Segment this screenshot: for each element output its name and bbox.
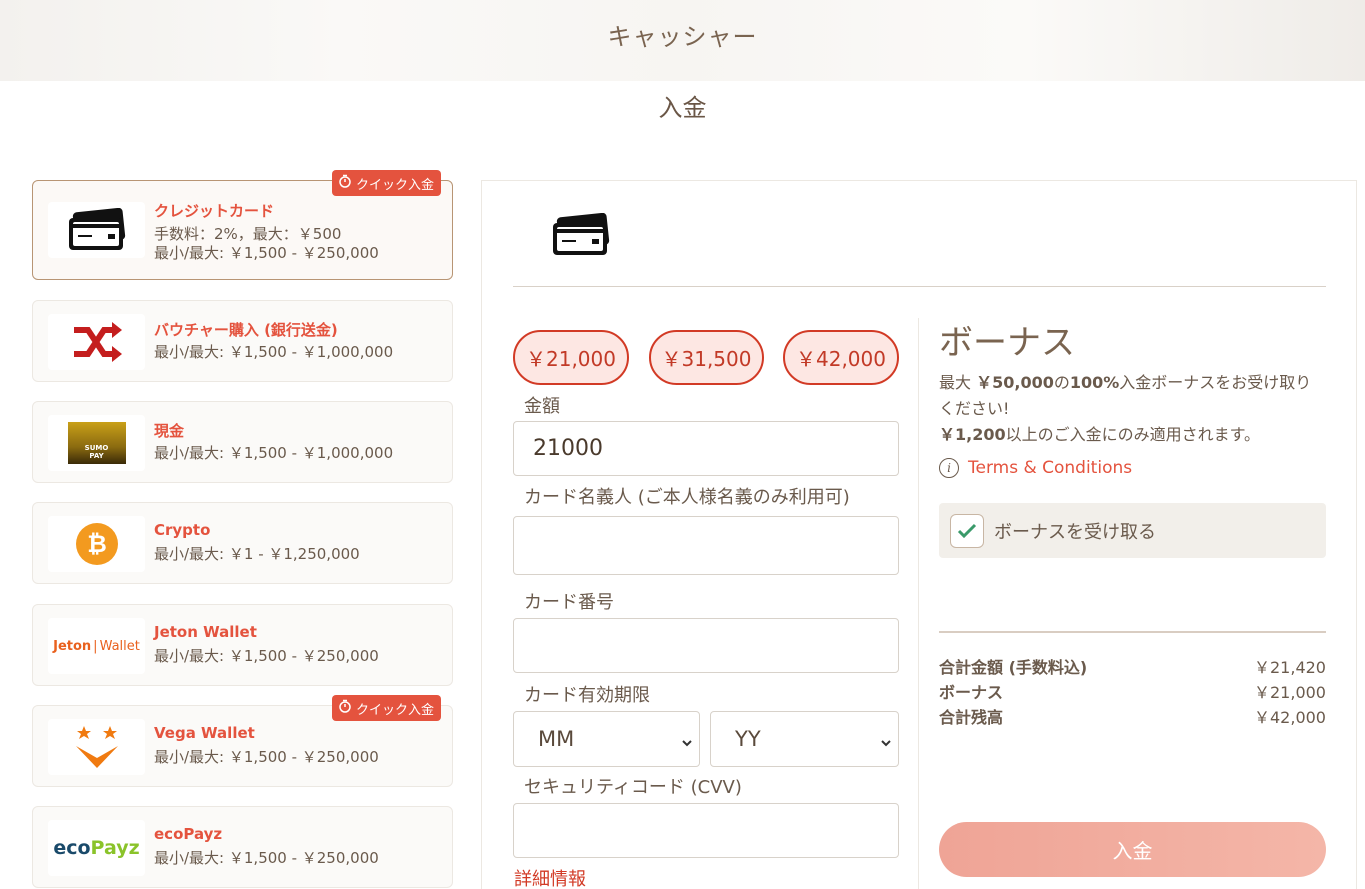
- credit-card-icon: [550, 212, 612, 261]
- summary-value: ￥42,000: [1254, 708, 1326, 727]
- ecopayz-logo-payz: Payz: [90, 837, 140, 859]
- quick-deposit-badge: クイック入金: [331, 695, 441, 721]
- terms-row[interactable]: i Terms & Conditions: [939, 458, 1132, 478]
- method-name: クレジットカード: [154, 202, 275, 220]
- bonus-min-amount: ￥1,200: [939, 425, 1006, 444]
- divider: [513, 286, 1326, 287]
- summary-label: 合計残高: [939, 708, 1004, 727]
- summary-divider: [939, 631, 1326, 633]
- sumo-pay-text: SUMO PAY: [84, 444, 109, 460]
- method-crypto[interactable]: ₿ Crypto 最小/最大: ￥1 - ￥1,250,000: [32, 502, 453, 584]
- deposit-panel: ￥21,000 ￥31,500 ￥42,000 金額 21000 カード名義人 …: [481, 180, 1357, 889]
- method-name: バウチャー購入 (銀行送金): [154, 321, 338, 339]
- quick-deposit-label: クイック入金: [355, 177, 434, 193]
- bonus-toggle[interactable]: ボーナスを受け取る: [939, 503, 1326, 558]
- preset-amount-button[interactable]: ￥31,500: [649, 330, 764, 385]
- shuffle-icon: [48, 314, 145, 370]
- amount-input[interactable]: 21000: [513, 421, 899, 476]
- bonus-desc-mid: の: [1053, 373, 1070, 392]
- bonus-checkbox[interactable]: [950, 514, 984, 548]
- checkmark-icon: [957, 523, 977, 539]
- method-limits: 最小/最大: ￥1 - ￥1,250,000: [154, 545, 360, 563]
- summary-value: ￥21,000: [1254, 683, 1326, 702]
- method-name: Vega Wallet: [154, 724, 255, 742]
- summary-label: 合計金額 (手数料込): [939, 658, 1088, 677]
- amount-label: 金額: [524, 396, 560, 417]
- bonus-percent: 100%: [1069, 373, 1120, 392]
- card-number-label: カード番号: [524, 592, 614, 613]
- bonus-title: ボーナス: [939, 323, 1075, 363]
- summary-row-total: 合計金額 (手数料込) ￥21,420: [939, 654, 1326, 678]
- expiry-month-value: MM: [538, 727, 575, 751]
- chevron-down-icon: [880, 730, 892, 754]
- quick-deposit-badge: クイック入金: [331, 170, 441, 196]
- bonus-max-amount: ￥50,000: [976, 373, 1054, 392]
- cvv-label: セキュリティコード (CVV): [524, 777, 742, 798]
- card-number-input[interactable]: [513, 618, 899, 673]
- card-expiry-label: カード有効期限: [524, 685, 650, 706]
- bonus-toggle-label: ボーナスを受け取る: [994, 522, 1156, 543]
- method-voucher-bank[interactable]: バウチャー購入 (銀行送金) 最小/最大: ￥1,500 - ￥1,000,00…: [32, 300, 453, 382]
- bonus-min-text: 以上のご入金にのみ適用されます。: [1005, 425, 1261, 444]
- sumo-pay-logo: SUMO PAY: [48, 415, 145, 471]
- method-jeton-wallet[interactable]: Jeton | Wallet Jeton Wallet 最小/最大: ￥1,50…: [32, 604, 453, 686]
- terms-link[interactable]: Terms & Conditions: [968, 458, 1132, 478]
- method-limits: 最小/最大: ￥1,500 - ￥250,000: [154, 647, 379, 665]
- jeton-logo-text: Jeton: [53, 638, 92, 654]
- column-divider: [918, 318, 919, 889]
- method-name: Jeton Wallet: [154, 623, 257, 641]
- method-limits: 最小/最大: ￥1,500 - ￥1,000,000: [154, 444, 394, 462]
- summary-row-balance: 合計残高 ￥42,000: [939, 704, 1326, 728]
- cvv-input[interactable]: [513, 803, 899, 858]
- preset-amount-button[interactable]: ￥21,000: [513, 330, 629, 385]
- method-name: ecoPayz: [154, 825, 223, 843]
- card-holder-input[interactable]: [513, 516, 899, 575]
- method-name: 現金: [154, 422, 185, 440]
- summary-label: ボーナス: [939, 683, 1004, 702]
- bonus-desc-pre: 最大: [939, 373, 977, 392]
- method-fee: 手数料：2%，最大：￥500: [154, 225, 342, 243]
- page-title: キャッシャー: [607, 23, 758, 51]
- stopwatch-icon: [338, 174, 352, 192]
- section-title: 入金: [658, 94, 707, 122]
- quick-deposit-label: クイック入金: [355, 702, 434, 718]
- summary-row-bonus: ボーナス ￥21,000: [939, 679, 1326, 703]
- method-vega-wallet[interactable]: Vega Wallet 最小/最大: ￥1,500 - ￥250,000 クイッ…: [32, 695, 453, 787]
- header-bar: キャッシャー: [0, 0, 1365, 81]
- stopwatch-icon: [338, 699, 352, 717]
- method-ecopayz[interactable]: eco Payz ecoPayz 最小/最大: ￥1,500 - ￥250,000: [32, 806, 453, 888]
- card-holder-label: カード名義人 (ご本人様名義のみ利用可): [524, 487, 850, 508]
- expiry-month-select[interactable]: MM: [513, 711, 700, 767]
- bitcoin-icon: ₿: [48, 516, 145, 572]
- method-limits: 最小/最大: ￥1,500 - ￥250,000: [154, 849, 379, 867]
- more-info-link[interactable]: 詳細情報: [514, 865, 586, 889]
- deposit-button[interactable]: 入金: [939, 822, 1326, 877]
- method-credit-card[interactable]: クレジットカード 手数料：2%，最大：￥500 最小/最大: ￥1,500 - …: [32, 170, 453, 280]
- svg-text:₿: ₿: [87, 530, 107, 558]
- method-limits: 最小/最大: ￥1,500 - ￥250,000: [154, 748, 379, 766]
- vega-logo: [48, 719, 145, 775]
- chevron-down-icon: [681, 730, 693, 754]
- jeton-logo-text-wallet: Wallet: [99, 638, 140, 654]
- method-name: Crypto: [154, 521, 211, 539]
- bonus-description: 最大 ￥50,000の100%入金ボーナスをお受け取りください! ￥1,200以…: [939, 370, 1319, 448]
- summary-value: ￥21,420: [1254, 658, 1326, 677]
- method-limits: 最小/最大: ￥1,500 - ￥1,000,000: [154, 343, 394, 361]
- method-cash[interactable]: SUMO PAY 現金 最小/最大: ￥1,500 - ￥1,000,000: [32, 401, 453, 483]
- preset-amount-button[interactable]: ￥42,000: [783, 330, 899, 385]
- ecopayz-logo: eco Payz: [48, 820, 145, 876]
- jeton-logo: Jeton | Wallet: [48, 618, 145, 674]
- expiry-year-select[interactable]: YY: [710, 711, 899, 767]
- credit-card-icon: [48, 202, 145, 258]
- expiry-year-value: YY: [735, 727, 761, 751]
- info-icon: i: [939, 458, 959, 478]
- method-limits: 最小/最大: ￥1,500 - ￥250,000: [154, 244, 379, 262]
- ecopayz-logo-eco: eco: [53, 837, 91, 859]
